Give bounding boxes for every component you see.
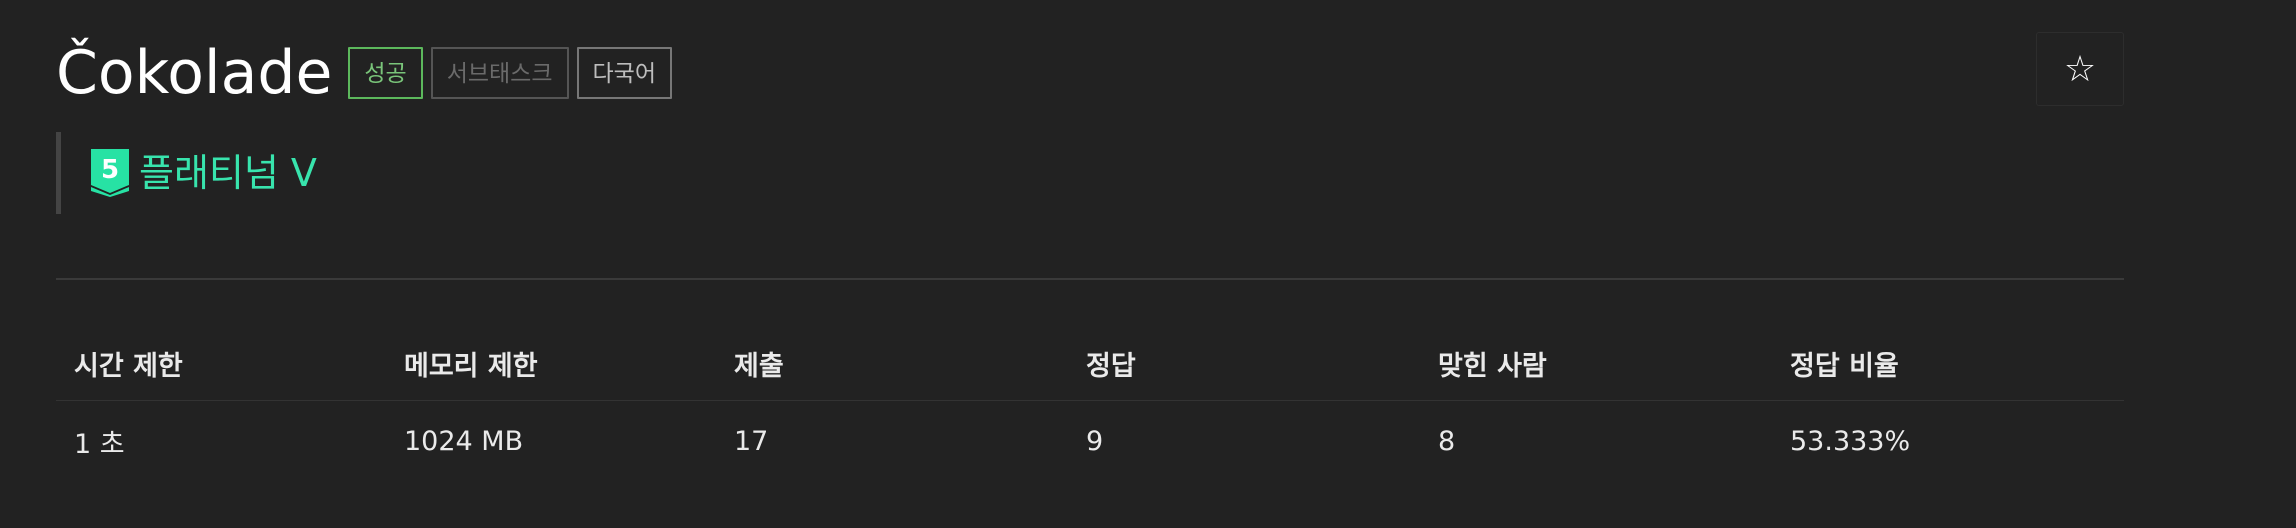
problem-page: Čokolade 성공 서브태스크 다국어 ☆ 5 플래티넘 V 시간 제한 메… xyxy=(56,0,2124,528)
divider xyxy=(56,278,2124,280)
tier-label[interactable]: 플래티넘 V xyxy=(139,154,317,192)
header-accept-ratio: 정답 비율 xyxy=(1772,326,2124,401)
star-button[interactable]: ☆ xyxy=(2036,32,2124,106)
info-header-row: 시간 제한 메모리 제한 제출 정답 맞힌 사람 정답 비율 xyxy=(56,326,2124,401)
value-memory-limit: 1024 MB xyxy=(404,425,524,457)
header-submissions: 제출 xyxy=(716,326,1068,401)
problem-info-table: 시간 제한 메모리 제한 제출 정답 맞힌 사람 정답 비율 1 초 1024 … xyxy=(56,326,2124,481)
problem-title: Čokolade xyxy=(56,38,333,108)
title-row: Čokolade 성공 서브태스크 다국어 xyxy=(56,38,680,108)
header-memory-limit: 메모리 제한 xyxy=(386,326,716,401)
value-accept-ratio: 53.333% xyxy=(1790,425,1911,457)
header-time-limit: 시간 제한 xyxy=(56,326,386,401)
header-accepted: 정답 xyxy=(1068,326,1420,401)
value-time-limit: 1 초 xyxy=(74,428,125,460)
value-solved-users[interactable]: 8 xyxy=(1420,401,1772,482)
subtask-badge[interactable]: 서브태스크 xyxy=(430,47,569,99)
tier-number: 5 xyxy=(101,155,119,185)
multilang-badge[interactable]: 다국어 xyxy=(576,47,672,99)
tier-badge-icon: 5 xyxy=(91,149,129,197)
star-icon: ☆ xyxy=(2063,48,2097,90)
success-badge[interactable]: 성공 xyxy=(348,47,423,99)
tier-block: 5 플래티넘 V xyxy=(56,132,317,214)
value-submissions[interactable]: 17 xyxy=(716,401,1068,482)
header-solved-users: 맞힌 사람 xyxy=(1420,326,1772,401)
info-value-row: 1 초 1024 MB 17 9 8 53.333% xyxy=(56,401,2124,482)
value-accepted[interactable]: 9 xyxy=(1068,401,1420,482)
